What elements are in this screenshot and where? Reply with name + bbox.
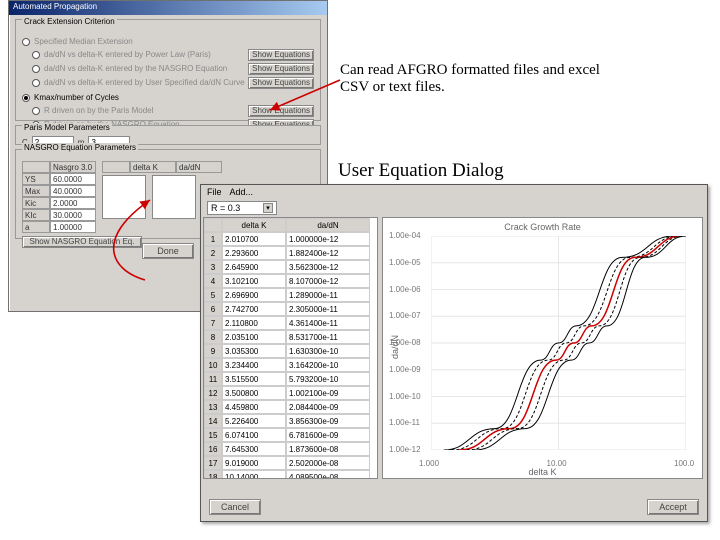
group-crack-extension: Crack Extension Criterion: [22, 17, 117, 26]
subfield[interactable]: [152, 175, 196, 219]
annotation-mid: User Equation Dialog: [338, 160, 504, 182]
params-table: Nasgro 3.0 YS60.0000Max Stress40.0000Kic…: [22, 161, 96, 233]
table-row[interactable]: 72.1108004.361400e-11: [204, 316, 377, 330]
show-eq-button[interactable]: Show Equations: [248, 77, 314, 89]
radio-g1-2[interactable]: [32, 79, 40, 87]
show-eq-button[interactable]: Show Equations: [248, 49, 314, 61]
chart-xlabel: delta K: [383, 467, 702, 477]
col-header: delta K: [222, 218, 286, 232]
radio-g1-0[interactable]: [32, 51, 40, 59]
group-paris-params: Paris Model Parameters: [22, 123, 112, 132]
table-row[interactable]: 167.6453001.873600e-08: [204, 442, 377, 456]
table-row[interactable]: 156.0741006.781600e-09: [204, 428, 377, 442]
table-row[interactable]: 145.2264003.856300e-09: [204, 414, 377, 428]
table-row[interactable]: 93.0353001.630300e-10: [204, 344, 377, 358]
user-equation-dialog: File Add... R = 0.3 ▾ delta K da/dN 12.0…: [200, 184, 708, 522]
radio-specified-median[interactable]: [22, 38, 30, 46]
table-row[interactable]: 32.6459003.562300e-12: [204, 260, 377, 274]
group-nasgro-params: NASGRO Equation Parameters: [22, 143, 138, 152]
r-value-dropdown[interactable]: R = 0.3 ▾: [207, 201, 277, 215]
table-row[interactable]: 179.0190002.502000e-08: [204, 456, 377, 470]
table-row[interactable]: 103.2344003.164200e-10: [204, 358, 377, 372]
crack-growth-chart: Crack Growth Rate da/dN delta K 1.00e-04…: [382, 217, 703, 479]
accept-button[interactable]: Accept: [647, 499, 699, 515]
table-row[interactable]: 62.7427002.305000e-11: [204, 302, 377, 316]
show-eq-button[interactable]: Show Equations: [248, 63, 314, 75]
radio-g2-0[interactable]: [32, 107, 40, 115]
radio-kmax-cycles[interactable]: [22, 94, 30, 102]
data-grid[interactable]: delta K da/dN 12.0107001.000000e-1222.29…: [203, 217, 378, 479]
subfield[interactable]: [102, 175, 146, 219]
chart-title: Crack Growth Rate: [383, 222, 702, 232]
table-row[interactable]: 1810.140004.089500e-08: [204, 470, 377, 479]
menu-add[interactable]: Add...: [230, 187, 254, 197]
radio-g1-1[interactable]: [32, 65, 40, 73]
menubar: File Add...: [201, 185, 707, 199]
table-row[interactable]: 123.5008001.002100e-09: [204, 386, 377, 400]
table-row[interactable]: 22.2936001.882400e-12: [204, 246, 377, 260]
chevron-down-icon: ▾: [263, 203, 273, 213]
cancel-button[interactable]: Cancel: [209, 499, 261, 515]
show-nasgro-btn[interactable]: Show NASGRO Equation Eq.: [22, 236, 142, 248]
table-row[interactable]: 43.1021008.107000e-12: [204, 274, 377, 288]
col-header: da/dN: [286, 218, 370, 232]
dropdown-value: R = 0.3: [211, 203, 240, 213]
radio-label: Specified Median Extension: [34, 37, 133, 46]
radio-label: Kmax/number of Cycles: [34, 93, 119, 102]
show-eq-button[interactable]: Show Equations: [248, 105, 314, 117]
window-title: Automated Propagation: [9, 1, 327, 15]
table-row[interactable]: 134.4598002.084400e-09: [204, 400, 377, 414]
menu-file[interactable]: File: [207, 187, 222, 197]
table-row[interactable]: 82.0351008.531700e-11: [204, 330, 377, 344]
table-row[interactable]: 113.5155005.793200e-10: [204, 372, 377, 386]
table-row[interactable]: 12.0107001.000000e-12: [204, 232, 377, 246]
col-header: [204, 218, 222, 232]
annotation-top: Can read AFGRO formatted files and excel…: [340, 62, 600, 96]
table-row[interactable]: 52.6969001.289000e-11: [204, 288, 377, 302]
